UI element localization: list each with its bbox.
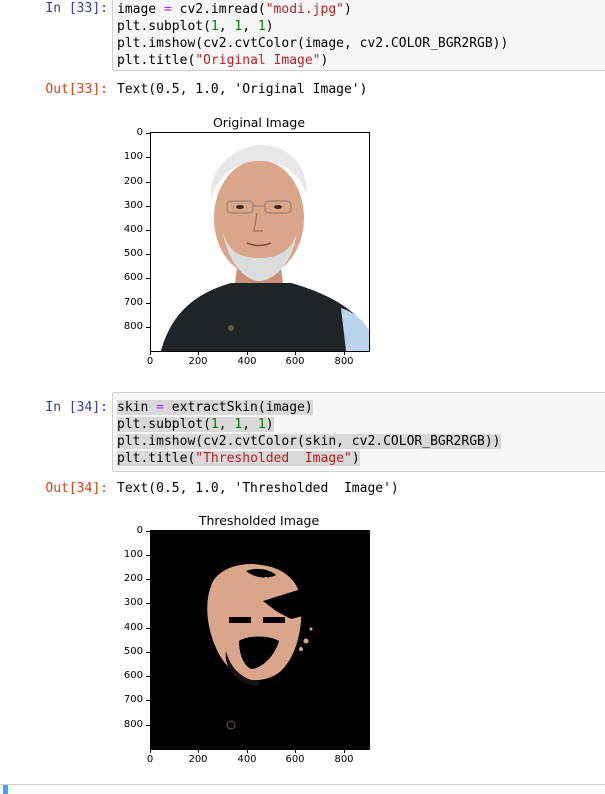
input-prompt: In [33]:	[45, 1, 108, 16]
plot-title: Thresholded Image	[198, 513, 320, 528]
code-line: plt.title("Thresholded Image")	[117, 451, 360, 466]
x-tick-label: 600	[285, 356, 305, 367]
code-line: plt.imshow(cv2.cvtColor(image, cv2.COLOR…	[117, 36, 509, 51]
output-text: Text(0.5, 1.0, 'Original Image')	[117, 82, 368, 97]
plot-axes	[150, 132, 370, 352]
y-tick-label: 600	[123, 670, 143, 681]
output-text: Text(0.5, 1.0, 'Thresholded Image')	[117, 481, 399, 496]
x-tick-label: 0	[146, 356, 154, 367]
y-tick-label: 800	[123, 321, 143, 332]
x-tick-label: 400	[237, 754, 257, 765]
y-tick-label: 100	[123, 151, 143, 162]
y-tick-label: 300	[123, 200, 143, 211]
x-tick-label: 0	[146, 754, 154, 765]
y-tick-label: 200	[123, 176, 143, 187]
output-prompt: Out[34]:	[45, 481, 108, 496]
code-line: plt.subplot(1, 1, 1)	[117, 19, 274, 34]
code-editor[interactable]: skin = extractSkin(image) plt.subplot(1,…	[112, 392, 605, 472]
y-tick-label: 300	[123, 597, 143, 608]
output-prompt: Out[33]:	[45, 82, 108, 97]
code-editor[interactable]: image = cv2.imread("modi.jpg") plt.subpl…	[112, 0, 605, 71]
code-line: plt.imshow(cv2.cvtColor(skin, cv2.COLOR_…	[117, 434, 501, 449]
code-line: plt.title("Original Image")	[117, 53, 329, 68]
plot-axes	[150, 530, 370, 750]
y-tick-label: 100	[123, 549, 143, 560]
y-tick-label: 400	[123, 224, 143, 235]
x-tick-label: 400	[237, 356, 257, 367]
code-line: plt.subplot(1, 1, 1)	[117, 417, 274, 432]
x-tick-label: 600	[285, 754, 305, 765]
x-tick-label: 200	[188, 754, 208, 765]
y-tick-label: 800	[123, 719, 143, 730]
y-tick-label: 0	[136, 525, 143, 536]
x-tick-label: 800	[334, 356, 354, 367]
y-tick-label: 500	[123, 248, 143, 259]
code-line: skin = extractSkin(image)	[117, 400, 313, 415]
y-tick-label: 0	[136, 127, 143, 138]
y-tick-label: 200	[123, 573, 143, 584]
x-tick-label: 800	[334, 754, 354, 765]
x-tick-label: 200	[188, 356, 208, 367]
input-prompt: In [34]:	[45, 400, 108, 415]
y-tick-label: 500	[123, 646, 143, 657]
y-tick-label: 400	[123, 622, 143, 633]
code-line: image = cv2.imread("modi.jpg")	[117, 2, 352, 17]
y-tick-label: 600	[123, 272, 143, 283]
y-tick-label: 700	[123, 694, 143, 705]
thresholded-image	[151, 531, 369, 749]
plot-title: Original Image	[212, 115, 306, 130]
y-tick-label: 700	[123, 297, 143, 308]
portrait-image	[151, 133, 369, 351]
